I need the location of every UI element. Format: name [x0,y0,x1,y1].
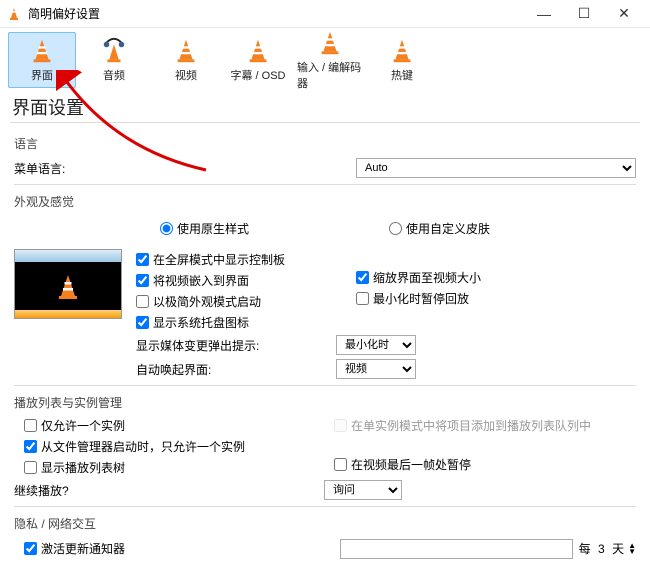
continue-label: 继续播放? [14,482,324,499]
cone-icon [172,37,200,65]
group-appearance: 外观及感觉 [14,187,636,214]
tab-subtitles[interactable]: 字幕 / OSD [224,32,292,88]
titlebar: 简明偏好设置 — ☐ ✕ [0,0,650,28]
media-change-select[interactable]: 最小化时 [336,335,416,355]
minimize-button[interactable]: — [524,2,564,26]
headphone-cone-icon [100,37,128,65]
group-playlist: 播放列表与实例管理 [14,388,636,415]
section-title: 界面设置 [0,88,650,122]
menu-language-label: 菜单语言: [14,160,129,177]
chk-pause-last-frame[interactable] [334,458,347,471]
tab-label: 字幕 / OSD [230,67,285,83]
chk-fullscreen-controls[interactable] [136,253,149,266]
chk-resize-to-video[interactable] [356,271,369,284]
media-change-label: 显示媒体变更弹出提示: [136,337,336,354]
continue-select[interactable]: 询问 [324,480,402,500]
tab-input-codecs[interactable]: 输入 / 编解码器 [296,32,364,88]
content: 语言 菜单语言: Auto 外观及感觉 使用原生样式 使用自定义皮肤 在全屏模式… [0,123,650,563]
tab-label: 音频 [103,67,125,83]
radio-custom-skin[interactable]: 使用自定义皮肤 [389,220,490,237]
stepper-icon[interactable]: ▲▼ [628,543,636,555]
preview-thumbnail [14,249,122,319]
chk-pause-on-minimize[interactable] [356,292,369,305]
group-language: 语言 [14,129,636,156]
chk-update-notifier[interactable] [24,542,37,555]
tab-label: 热键 [391,67,413,83]
tab-audio[interactable]: 音频 [80,32,148,88]
chk-minimal-start[interactable] [136,295,149,308]
close-button[interactable]: ✕ [604,2,644,26]
cone-icon [388,37,416,65]
chk-show-tree[interactable] [24,461,37,474]
update-interval-field[interactable] [340,539,573,559]
tab-interface[interactable]: 界面 [8,32,76,88]
cone-icon [28,37,56,65]
chk-file-manager-single[interactable] [24,440,37,453]
chk-enqueue-single-mode [334,419,347,432]
cone-icon [244,37,272,65]
chk-embed-video[interactable] [136,274,149,287]
maximize-button[interactable]: ☐ [564,2,604,26]
tabs: 界面 音频 视频 字幕 / OSD 输入 / 编解码器 热键 [0,28,650,88]
tab-label: 界面 [31,67,53,83]
tab-hotkeys[interactable]: 热键 [368,32,436,88]
cone-icon [316,29,344,57]
tab-label: 输入 / 编解码器 [297,59,363,91]
menu-language-select[interactable]: Auto [356,158,636,178]
chk-single-instance[interactable] [24,419,37,432]
radio-native[interactable]: 使用原生样式 [160,220,249,237]
chk-tray-icon[interactable] [136,316,149,329]
app-icon [6,6,22,22]
auto-raise-label: 自动唤起界面: [136,361,336,378]
tab-video[interactable]: 视频 [152,32,220,88]
auto-raise-select[interactable]: 视频 [336,359,416,379]
group-privacy: 隐私 / 网络交互 [14,509,636,536]
tab-label: 视频 [175,67,197,83]
window-title: 简明偏好设置 [28,5,524,22]
